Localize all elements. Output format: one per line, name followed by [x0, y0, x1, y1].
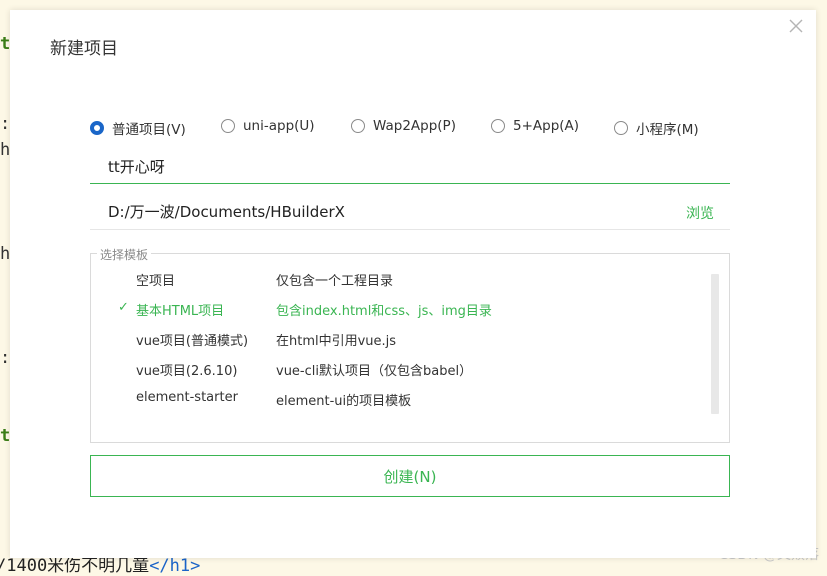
- template-name: 空项目: [136, 274, 176, 289]
- radio-label: 小程序(M): [636, 122, 699, 138]
- radio-label: 5+App(A): [513, 118, 580, 134]
- dialog-title: 新建项目: [50, 39, 118, 59]
- template-item-vue-cli[interactable]: vue项目(2.6.10) vue-cli默认项目（仅包含babel）: [91, 354, 701, 384]
- template-name: vue项目(普通模式): [136, 334, 249, 349]
- bg-code-text: /1400米伤不明几童: [0, 556, 150, 576]
- project-location-path[interactable]: D:/万一波/Documents/HBuilderX: [108, 201, 345, 222]
- template-scrollbar[interactable]: [711, 274, 719, 414]
- bg-code-fragment: t: [0, 34, 11, 54]
- create-button[interactable]: 创建(N): [90, 455, 730, 497]
- radio-unchecked-icon: [614, 121, 628, 135]
- close-button[interactable]: [786, 16, 806, 36]
- radio-label: Wap2App(P): [373, 118, 456, 134]
- project-location-row: D:/万一波/Documents/HBuilderX 浏览: [90, 196, 730, 230]
- template-name: element-starter: [136, 390, 238, 405]
- template-description: element-ui的项目模板: [276, 394, 412, 409]
- bg-code-fragment: h: [0, 244, 11, 264]
- template-description: 包含index.html和css、js、img目录: [276, 304, 492, 319]
- project-name-input[interactable]: [90, 150, 730, 184]
- project-type-wap2app[interactable]: Wap2App(P): [351, 118, 456, 134]
- template-item-element-starter[interactable]: element-starter element-ui的项目模板: [91, 384, 701, 414]
- radio-unchecked-icon: [491, 119, 505, 133]
- radio-label: uni-app(U): [243, 118, 315, 134]
- template-item-basic-html[interactable]: ✓ 基本HTML项目 包含index.html和css、js、img目录: [91, 294, 701, 324]
- project-type-normal[interactable]: 普通项目(V): [90, 118, 186, 138]
- radio-unchecked-icon: [221, 119, 235, 133]
- template-item-empty[interactable]: 空项目 仅包含一个工程目录: [91, 264, 701, 294]
- radio-unchecked-icon: [351, 119, 365, 133]
- project-type-miniprogram[interactable]: 小程序(M): [614, 118, 699, 138]
- bg-code-fragment: :: [0, 348, 11, 368]
- template-item-vue-normal[interactable]: vue项目(普通模式) 在html中引用vue.js: [91, 324, 701, 354]
- radio-checked-icon: [90, 121, 104, 135]
- bg-code-fragment: :: [0, 114, 11, 134]
- bg-code-fragment: h: [0, 140, 11, 160]
- project-type-uniapp[interactable]: uni-app(U): [221, 118, 315, 134]
- project-type-group: 普通项目(V) uni-app(U) Wap2App(P) 5+App(A) 小…: [90, 118, 730, 138]
- template-group-legend: 选择模板: [97, 246, 152, 263]
- template-description: vue-cli默认项目（仅包含babel）: [276, 364, 473, 379]
- template-group: 选择模板 空项目 仅包含一个工程目录 ✓ 基本HTML项目 包含index.ht…: [90, 246, 730, 443]
- bg-code-fragment: t: [0, 426, 11, 446]
- radio-label: 普通项目(V): [112, 122, 186, 138]
- template-description: 仅包含一个工程目录: [276, 274, 394, 289]
- checkmark-icon: ✓: [118, 300, 129, 315]
- template-name: vue项目(2.6.10): [136, 364, 238, 379]
- template-name: 基本HTML项目: [136, 304, 225, 319]
- template-list: 空项目 仅包含一个工程目录 ✓ 基本HTML项目 包含index.html和cs…: [91, 264, 709, 442]
- new-project-dialog: 新建项目 普通项目(V) uni-app(U) Wap2App(P) 5+App…: [10, 10, 816, 558]
- bg-code-tag: </h1>: [149, 556, 201, 576]
- project-type-5plus-app[interactable]: 5+App(A): [491, 118, 579, 134]
- template-description: 在html中引用vue.js: [276, 334, 397, 349]
- close-icon: [789, 19, 803, 33]
- browse-button[interactable]: 浏览: [686, 203, 714, 223]
